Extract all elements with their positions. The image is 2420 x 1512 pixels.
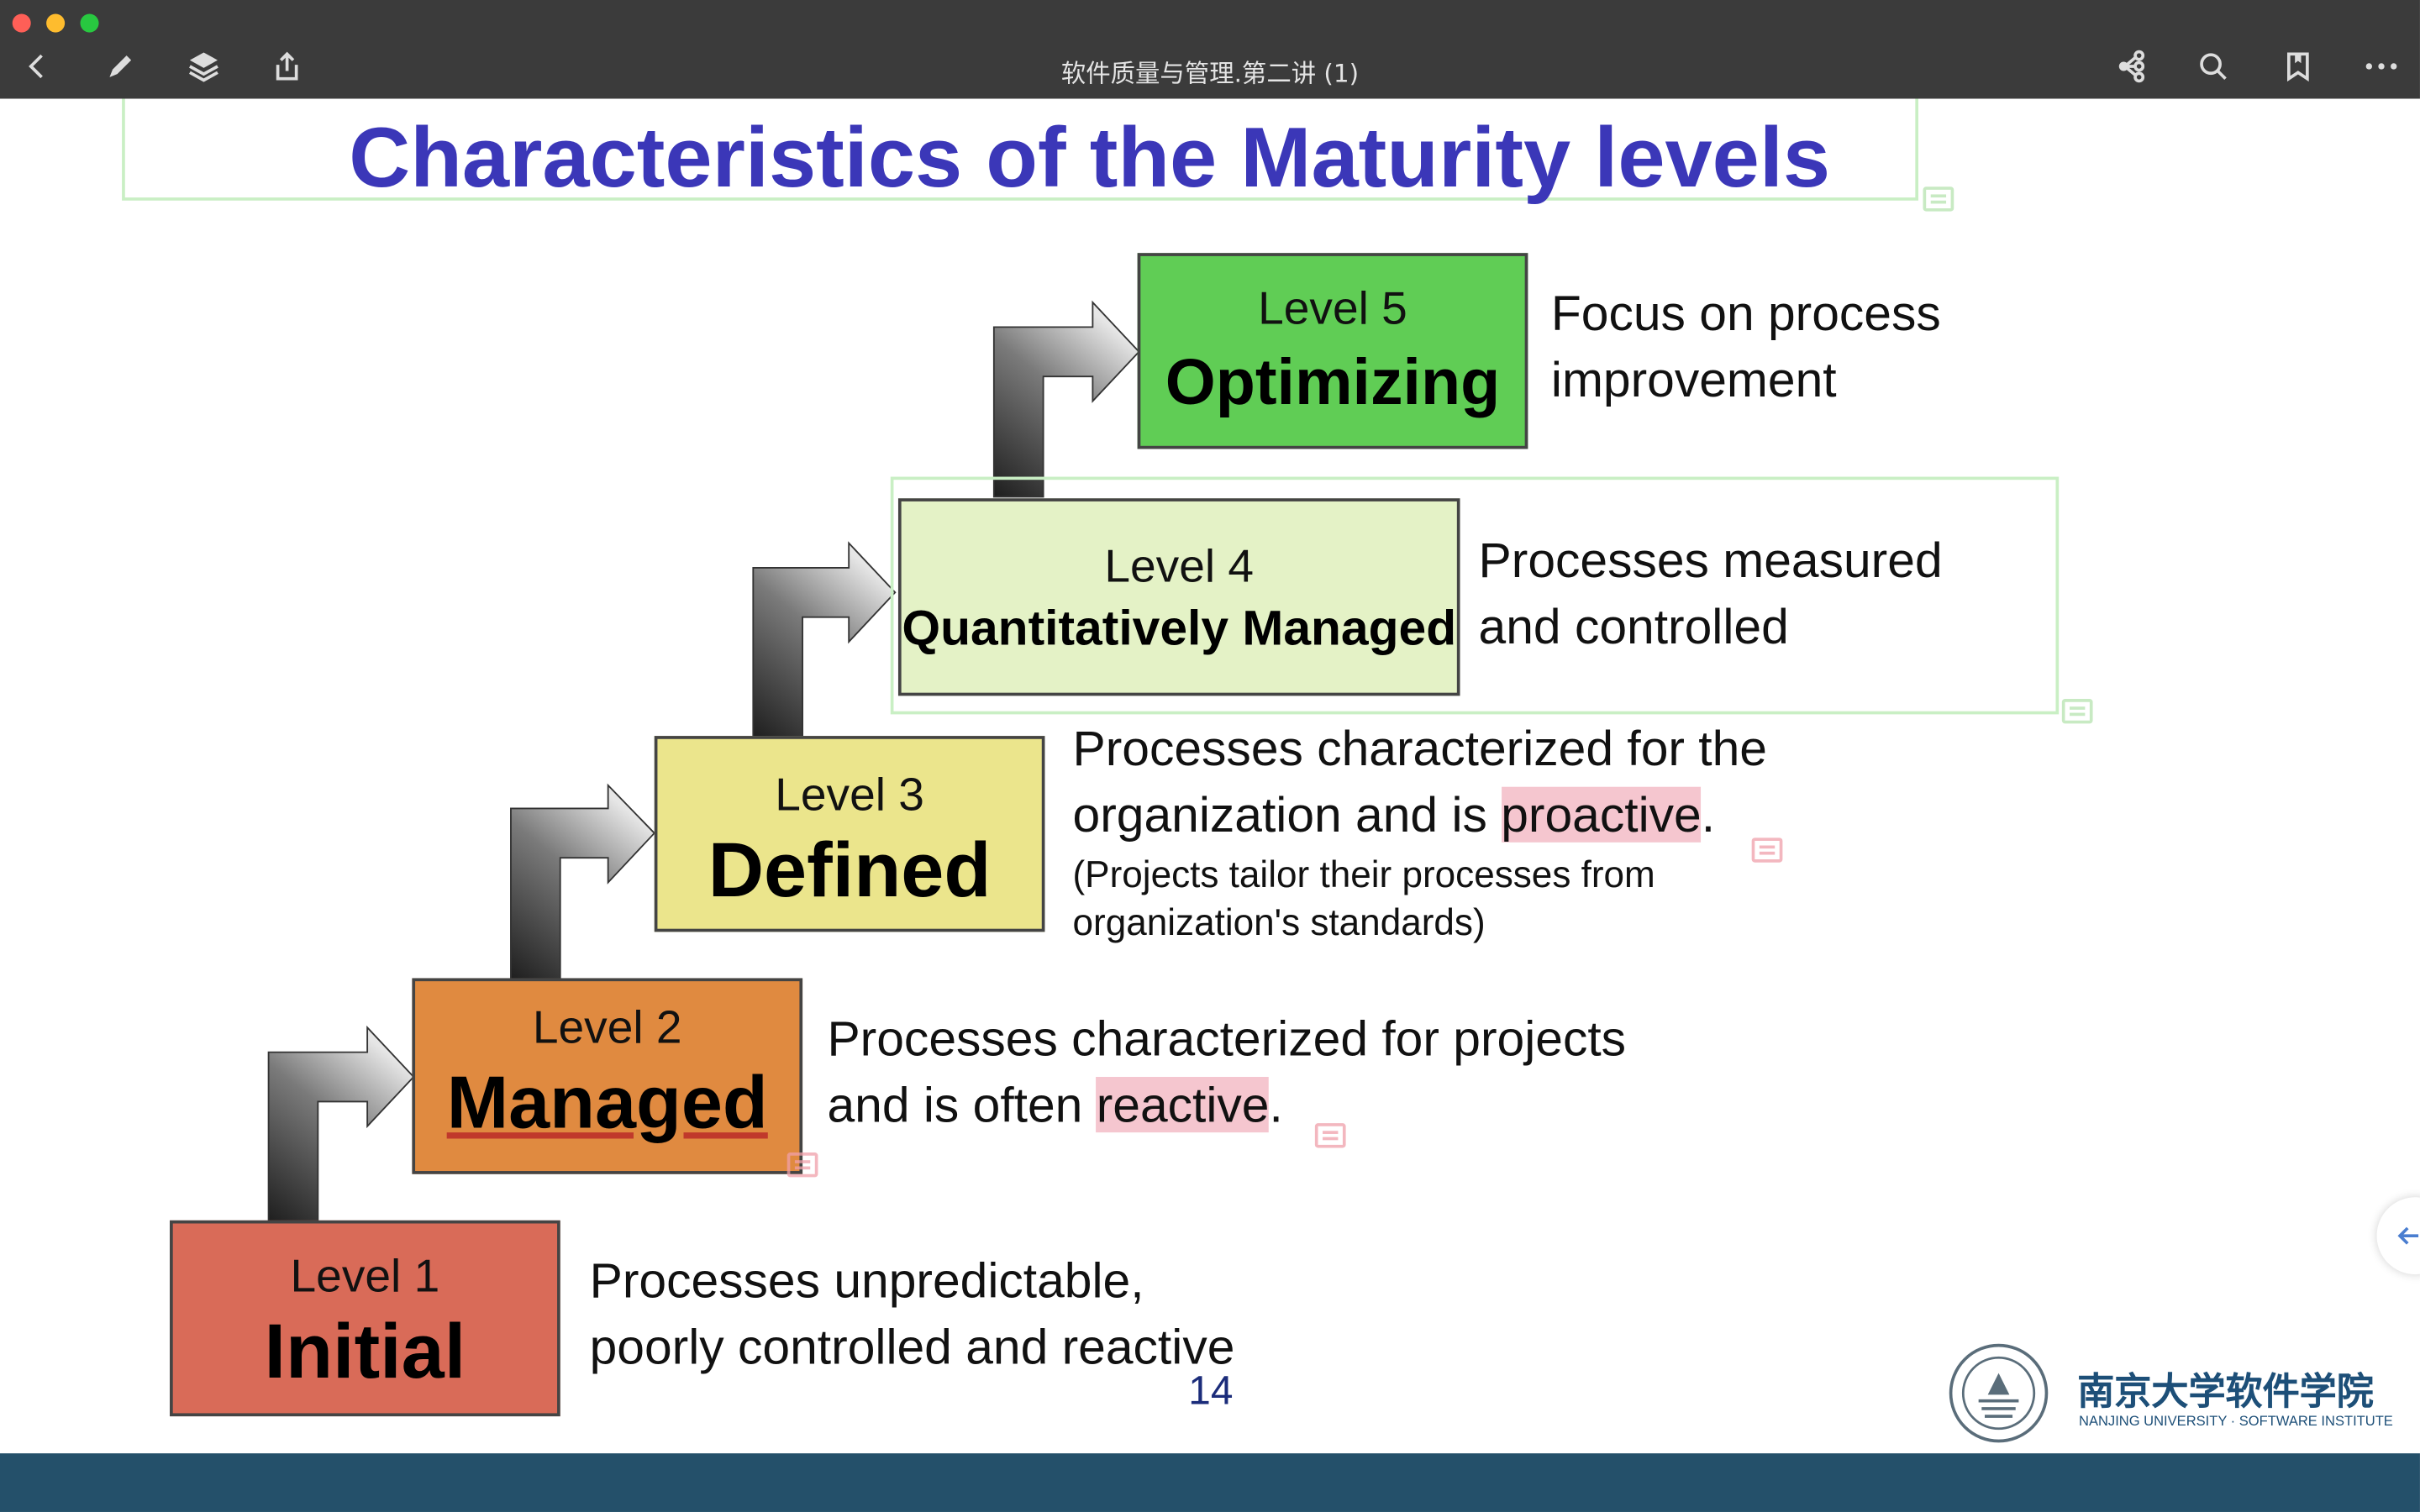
level-name: Managed xyxy=(446,1063,768,1145)
arrow-to-level-4 xyxy=(752,541,897,738)
zoom-window-button[interactable] xyxy=(80,13,99,33)
arrow-left-icon xyxy=(2397,1226,2419,1245)
comment-note-icon[interactable] xyxy=(2061,699,2093,724)
logo-name-cn: 南京大学软件学院 xyxy=(2077,1368,2374,1414)
arrow-to-level-2 xyxy=(267,1025,415,1223)
bookmark-icon[interactable] xyxy=(2280,48,2317,85)
level-number: Level 5 xyxy=(1258,283,1407,335)
level-name: Initial xyxy=(264,1308,466,1395)
level-name: Defined xyxy=(708,827,992,914)
university-seal-icon xyxy=(1949,1343,2049,1443)
minimize-window-button[interactable] xyxy=(46,13,66,33)
level-4-box: Level 4 Quantitatively Managed xyxy=(897,498,1460,696)
search-icon[interactable] xyxy=(2195,48,2232,85)
mindmap-icon[interactable] xyxy=(2112,48,2149,85)
arrow-to-level-3 xyxy=(510,783,656,981)
window-titlebar: 软件质量与管理.第二讲 (1) xyxy=(0,0,2420,99)
level-name: Quantitatively Managed xyxy=(902,600,1457,656)
level-1-box: Level 1 Initial xyxy=(170,1220,560,1417)
arrow-to-level-5 xyxy=(992,300,1140,498)
university-logo: 南京大学软件学院 NANJING UNIVERSITY · SOFTWARE I… xyxy=(1948,1339,2396,1447)
highlight-reactive[interactable]: reactive xyxy=(1096,1077,1270,1133)
comment-note-icon[interactable] xyxy=(1314,1123,1346,1148)
level-2-box: Level 2 Managed xyxy=(412,978,803,1174)
bottom-bar xyxy=(0,1453,2420,1512)
close-window-button[interactable] xyxy=(12,13,31,33)
level-4-description: Processes measured and controlled xyxy=(1478,532,1943,654)
page-number: 14 xyxy=(1188,1367,1234,1414)
level-number: Level 1 xyxy=(290,1251,440,1303)
logo-name-en: NANJING UNIVERSITY · SOFTWARE INSTITUTE xyxy=(2079,1413,2393,1429)
level-number: Level 4 xyxy=(1104,541,1255,593)
level-5-description: Focus on process improvement xyxy=(1550,285,1941,407)
level-name: Optimizing xyxy=(1165,345,1501,418)
highlight-proactive[interactable]: proactive xyxy=(1501,786,1702,843)
comment-note-icon[interactable] xyxy=(786,1152,818,1178)
level-3-box: Level 3 Defined xyxy=(654,736,1045,932)
level-3-description: Processes characterized for the organiza… xyxy=(1072,720,1767,945)
document-title: 软件质量与管理.第二讲 (1) xyxy=(1060,58,1360,88)
level-1-description: Processes unpredictable, poorly controll… xyxy=(589,1252,1235,1375)
more-icon[interactable] xyxy=(2363,48,2400,85)
level-2-description: Processes characterized for projects and… xyxy=(827,1011,1627,1133)
comment-note-icon[interactable] xyxy=(1751,837,1783,863)
level-5-box: Level 5 Optimizing xyxy=(1137,253,1528,449)
level-number: Level 2 xyxy=(532,1002,682,1054)
slide-page: Characteristics of the Maturity levels L… xyxy=(0,98,2420,1454)
level-number: Level 3 xyxy=(775,769,924,822)
